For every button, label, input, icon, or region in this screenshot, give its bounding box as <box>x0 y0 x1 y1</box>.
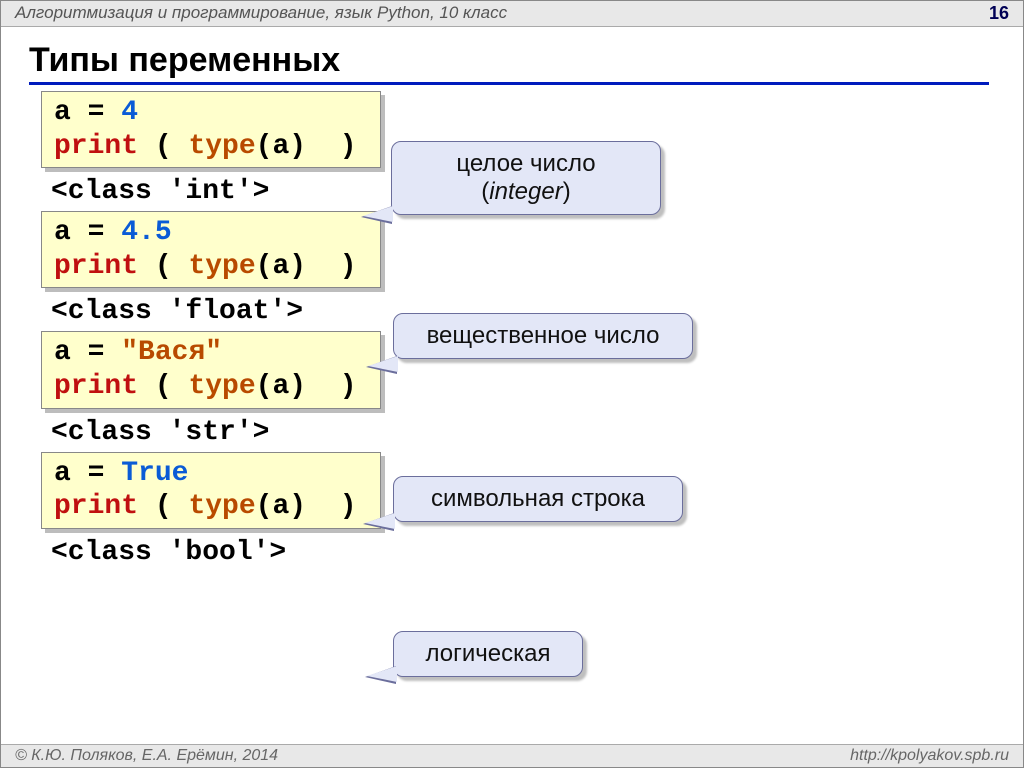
slide-title: Типы переменных <box>29 41 989 85</box>
code-value: 4 <box>121 97 138 128</box>
callout-tail <box>368 356 398 372</box>
subject-label: Алгоритмизация и программирование, язык … <box>15 3 507 24</box>
callout-str: символьная строка <box>393 476 683 522</box>
callout-tail <box>363 206 393 222</box>
callout-integer: целое число (integer) <box>391 141 661 215</box>
print-fn: print <box>54 131 138 162</box>
output-text: <class 'bool'> <box>51 537 1023 568</box>
content-area: a = 4 print ( type(a) ) <class 'int'> a … <box>41 91 1023 568</box>
slide: Алгоритмизация и программирование, язык … <box>0 0 1024 768</box>
callout-float: вещественное число <box>393 313 693 359</box>
output-text: <class 'str'> <box>51 417 1023 448</box>
callout-bool: логическая <box>393 631 583 677</box>
copyright-label: © К.Ю. Поляков, Е.А. Ерёмин, 2014 <box>15 747 278 765</box>
page-number: 16 <box>989 3 1009 24</box>
code-box: a = 4 print ( type(a) ) <box>41 91 381 168</box>
type-fn: type <box>188 131 255 162</box>
code-box: a = True print ( type(a) ) <box>41 452 381 529</box>
header-bar: Алгоритмизация и программирование, язык … <box>1 1 1023 27</box>
footer-url: http://kpolyakov.spb.ru <box>850 747 1009 765</box>
code-var: a <box>54 97 71 128</box>
callout-tail <box>365 513 395 529</box>
code-box: a = 4.5 print ( type(a) ) <box>41 211 381 288</box>
footer-bar: © К.Ю. Поляков, Е.А. Ерёмин, 2014 http:/… <box>1 744 1023 767</box>
code-box: a = "Вася" print ( type(a) ) <box>41 331 381 408</box>
callout-tail <box>367 666 397 682</box>
